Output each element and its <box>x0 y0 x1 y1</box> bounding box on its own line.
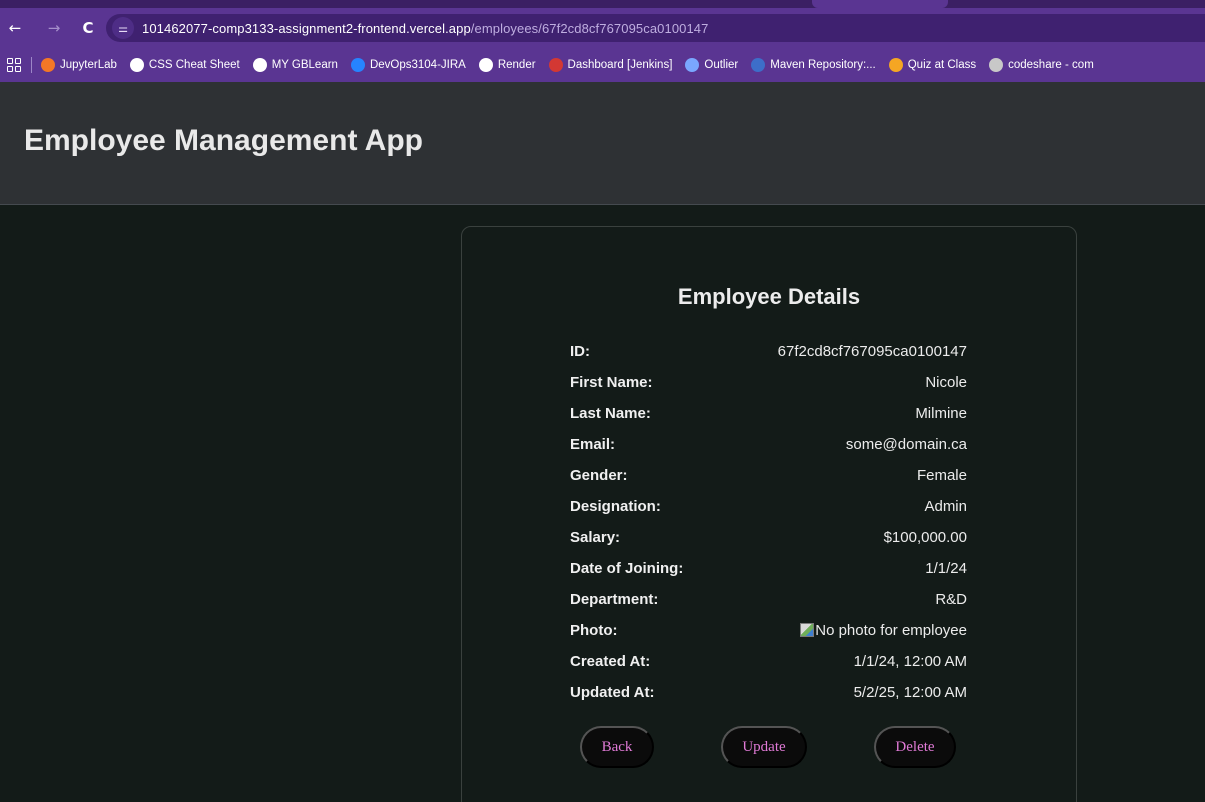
detail-label: Updated At: <box>570 684 655 701</box>
bookmark-label: Quiz at Class <box>907 59 977 71</box>
url-text[interactable]: 101462077-comp3133-assignment2-frontend.… <box>142 21 708 36</box>
bookmark-item[interactable]: codeshare - com <box>989 58 1094 72</box>
back-arrow-icon[interactable]: ← <box>4 17 26 39</box>
detail-label: Created At: <box>570 653 651 670</box>
bookmark-favicon-icon <box>252 58 267 72</box>
back-button[interactable]: Back <box>580 726 654 768</box>
bookmark-item[interactable]: MY GBLearn <box>252 58 338 72</box>
update-button[interactable]: Update <box>721 726 807 768</box>
forward-arrow-icon[interactable]: → <box>43 17 65 39</box>
bookmark-favicon-icon <box>989 58 1004 72</box>
detail-value: some@domain.ca <box>845 436 967 453</box>
address-bar[interactable]: ⚌ 101462077-comp3133-assignment2-fronten… <box>106 14 1205 42</box>
app-title: Employee Management App <box>24 124 423 157</box>
detail-row: Gender: Female <box>570 467 967 498</box>
bookmark-item[interactable]: DevOps3104-JIRA <box>350 58 466 72</box>
delete-button[interactable]: Delete <box>874 726 956 768</box>
bookmarks-bar: JupyterLab CSS Cheat Sheet MY GBLearn DevOp… <box>0 48 1205 82</box>
detail-row: First Name: Nicole <box>570 374 967 405</box>
detail-row: Last Name: Milmine <box>570 405 967 436</box>
bookmark-label: Outlier <box>704 59 739 71</box>
detail-label: First Name: <box>570 374 653 391</box>
detail-row: Salary: $100,000.00 <box>570 529 967 560</box>
bookmark-item[interactable]: Render <box>478 58 536 72</box>
bookmark-label: Maven Repository:... <box>770 59 876 71</box>
detail-row: Designation: Admin <box>570 498 967 529</box>
bookmark-label: codeshare - com <box>1008 59 1094 71</box>
detail-label: Date of Joining: <box>570 560 684 577</box>
bookmark-item[interactable]: Dashboard [Jenkins] <box>548 58 673 72</box>
apps-grid-icon[interactable] <box>7 58 21 72</box>
bookmarks-divider <box>31 57 32 73</box>
detail-label: Salary: <box>570 529 621 546</box>
detail-value: No photo for employee <box>800 622 967 653</box>
bookmark-item[interactable]: Quiz at Class <box>888 58 977 72</box>
bookmark-label: DevOps3104-JIRA <box>369 59 466 71</box>
bookmark-label: MY GBLearn <box>271 59 338 71</box>
tab-strip <box>0 0 1205 8</box>
detail-value: $100,000.00 <box>883 529 967 546</box>
bookmark-label: JupyterLab <box>60 59 117 71</box>
app-header: Employee Management App <box>0 82 1205 205</box>
detail-value: Female <box>916 467 967 484</box>
broken-image-icon <box>800 623 815 637</box>
photo-alt-text: No photo for employee <box>815 622 967 639</box>
detail-value: 5/2/25, 12:00 AM <box>853 684 967 701</box>
detail-value: 67f2cd8cf767095ca0100147 <box>777 343 967 360</box>
bookmark-favicon-icon <box>685 58 700 72</box>
detail-value: 1/1/24 <box>925 560 967 577</box>
bookmark-favicon-icon <box>548 58 563 72</box>
detail-label: Last Name: <box>570 405 651 422</box>
bookmark-favicon-icon <box>129 58 144 72</box>
card-title: Employee Details <box>677 284 861 309</box>
bookmark-item[interactable]: Outlier <box>685 58 738 72</box>
detail-row: Email: some@domain.ca <box>570 436 967 467</box>
bookmark-item[interactable]: JupyterLab <box>41 58 117 72</box>
detail-row: Created At: 1/1/24, 12:00 AM <box>570 653 967 684</box>
detail-label: Email: <box>570 436 616 453</box>
detail-row: Photo: No photo for employee <box>570 622 967 653</box>
detail-label: Gender: <box>570 467 628 484</box>
employee-details-card: Employee Details ID: 67f2cd8cf767095ca010… <box>461 226 1077 802</box>
url-path: /employees/67f2cd8cf767095ca0100147 <box>470 20 709 36</box>
site-info-icon[interactable]: ⚌ <box>112 17 134 39</box>
detail-value: Milmine <box>915 405 967 422</box>
url-host: 101462077-comp3133-assignment2-frontend.… <box>142 20 471 36</box>
bookmark-label: Dashboard [Jenkins] <box>567 59 673 71</box>
bookmark-list: JupyterLab CSS Cheat Sheet MY GBLearn DevOp… <box>41 58 1107 72</box>
detail-value: Nicole <box>925 374 967 391</box>
bookmark-favicon-icon <box>888 58 903 72</box>
detail-label: ID: <box>570 343 590 360</box>
detail-row: Department: R&D <box>570 591 967 622</box>
browser-toolbar: ← → C ⚌ 101462077-comp3133-assignment2-f… <box>0 8 1205 48</box>
detail-label: Designation: <box>570 498 661 515</box>
detail-value: 1/1/24, 12:00 AM <box>853 653 967 670</box>
bookmark-item[interactable]: Maven Repository:... <box>751 58 876 72</box>
bookmark-label: CSS Cheat Sheet <box>148 59 240 71</box>
detail-label: Photo: <box>570 622 618 639</box>
detail-row: Date of Joining: 1/1/24 <box>570 560 967 591</box>
reload-icon[interactable]: C <box>77 17 99 39</box>
detail-row: ID: 67f2cd8cf767095ca0100147 <box>570 343 967 374</box>
bookmark-favicon-icon <box>350 58 365 72</box>
detail-value: R&D <box>935 591 967 608</box>
detail-value: Admin <box>924 498 967 515</box>
bookmark-favicon-icon <box>478 58 493 72</box>
bookmark-item[interactable]: CSS Cheat Sheet <box>129 58 240 72</box>
detail-label: Department: <box>570 591 659 608</box>
details-list: ID: 67f2cd8cf767095ca0100147 First Name: Ni… <box>570 343 967 715</box>
bookmark-label: Render <box>497 59 536 71</box>
active-tab[interactable] <box>812 0 948 8</box>
detail-row: Updated At: 5/2/25, 12:00 AM <box>570 684 967 715</box>
bookmark-favicon-icon <box>751 58 766 72</box>
bookmark-favicon-icon <box>41 58 55 72</box>
